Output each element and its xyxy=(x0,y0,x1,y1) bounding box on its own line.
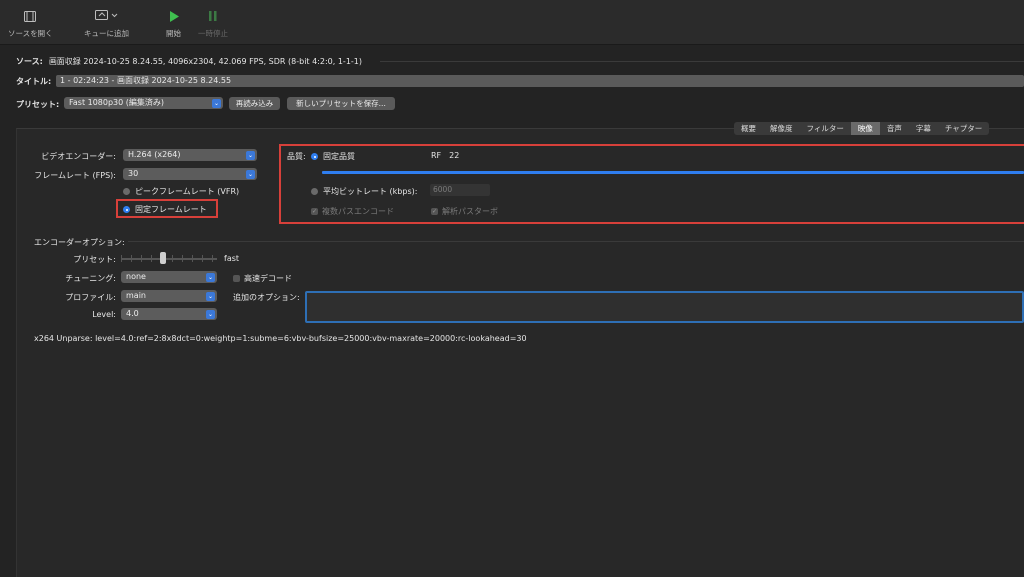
checkbox-icon xyxy=(233,275,240,282)
pause-button[interactable]: 一時停止 xyxy=(198,8,228,39)
open-source-label: ソースを開く xyxy=(8,29,53,38)
slider-tick xyxy=(151,255,152,262)
constant-quality-label: 固定品質 xyxy=(323,152,355,161)
fast-decode-label: 高速デコード xyxy=(244,274,292,283)
bitrate-input[interactable]: 6000 xyxy=(430,184,490,196)
multipass-checkbox[interactable]: ✓ 複数パスエンコード xyxy=(311,206,394,217)
slider-tick xyxy=(202,255,203,262)
tab-dimensions[interactable]: 解像度 xyxy=(763,122,800,135)
slider-tick xyxy=(121,255,122,262)
film-icon xyxy=(24,8,37,24)
start-label: 開始 xyxy=(166,29,181,38)
extra-options-textarea[interactable] xyxy=(305,291,1024,323)
preset-slider-knob[interactable] xyxy=(160,252,166,264)
slider-tick xyxy=(182,255,183,262)
level-label: Level: xyxy=(92,310,116,319)
encoder-label: ビデオエンコーダー: xyxy=(41,152,116,161)
source-label: ソース: xyxy=(16,57,43,66)
chevron-down-icon: ⌄ xyxy=(246,150,255,160)
encoder-options-header: エンコーダーオプション: xyxy=(34,238,125,247)
radio-on-icon xyxy=(311,153,318,160)
extra-options-label: 追加のオプション: xyxy=(233,293,300,302)
constant-framerate-radio[interactable]: 固定フレームレート xyxy=(123,204,207,215)
tune-select[interactable]: none ⌄ xyxy=(121,271,217,283)
slider-tick xyxy=(212,255,213,262)
title-select[interactable]: 1 - 02:24:23 - 画面収録 2024-10-25 8.24.55 xyxy=(56,75,1024,87)
fast-decode-checkbox[interactable]: 高速デコード xyxy=(233,273,292,284)
level-select[interactable]: 4.0 ⌄ xyxy=(121,308,217,320)
x264-unparse-text: x264 Unparse: level=4.0:ref=2:8x8dct=0:w… xyxy=(34,334,527,343)
chevron-down-icon: ⌄ xyxy=(206,309,215,319)
tab-filters[interactable]: フィルター xyxy=(800,122,851,135)
save-preset-button[interactable]: 新しいプリセットを保存... xyxy=(287,97,395,110)
start-button[interactable]: 開始 xyxy=(166,8,181,39)
multipass-label: 複数パスエンコード xyxy=(322,207,394,216)
radio-on-icon xyxy=(123,206,130,213)
toolbar: ソースを開く キューに追加 開始 一時停止 xyxy=(0,0,1024,45)
encoder-value: H.264 (x264) xyxy=(128,150,181,159)
profile-select[interactable]: main ⌄ xyxy=(121,290,217,302)
quality-label: 品質: xyxy=(287,152,306,161)
tab-audio[interactable]: 音声 xyxy=(880,122,909,135)
rf-slider[interactable] xyxy=(322,171,1024,174)
play-icon xyxy=(169,8,179,24)
slider-tick xyxy=(172,255,173,262)
pause-label: 一時停止 xyxy=(198,29,228,38)
divider xyxy=(128,241,1024,242)
constant-quality-radio[interactable]: 固定品質 xyxy=(311,151,355,162)
avg-bitrate-radio[interactable]: 平均ビットレート (kbps): xyxy=(311,186,417,197)
chevron-down-icon: ⌄ xyxy=(212,98,221,108)
turbo-label: 解析パスターボ xyxy=(442,207,498,216)
rf-value: 22 xyxy=(449,151,460,160)
enc-preset-value: fast xyxy=(224,254,240,263)
divider xyxy=(380,61,1024,62)
check-icon: ✓ xyxy=(311,208,318,215)
add-queue-button[interactable]: キューに追加 xyxy=(84,8,129,39)
framerate-select[interactable]: 30 ⌄ xyxy=(123,168,257,180)
chevron-down-icon: ⌄ xyxy=(206,291,215,301)
open-source-button[interactable]: ソースを開く xyxy=(8,8,53,39)
avg-bitrate-label: 平均ビットレート (kbps): xyxy=(323,187,418,196)
title-label: タイトル: xyxy=(16,77,52,86)
constant-framerate-label: 固定フレームレート xyxy=(135,205,207,214)
tab-video[interactable]: 映像 xyxy=(850,122,880,135)
tab-subtitles[interactable]: 字幕 xyxy=(909,122,938,135)
chevron-down-icon: ⌄ xyxy=(206,272,215,282)
profile-value: main xyxy=(126,291,146,300)
slider-tick xyxy=(192,255,193,262)
level-value: 4.0 xyxy=(126,309,139,318)
check-icon: ✓ xyxy=(431,208,438,215)
peak-vfr-radio[interactable]: ピークフレームレート (VFR) xyxy=(123,186,239,197)
source-value: 画面収録 2024-10-25 8.24.55, 4096x2304, 42.0… xyxy=(48,57,363,66)
enc-preset-label: プリセット: xyxy=(73,255,116,264)
framerate-value: 30 xyxy=(128,169,139,178)
radio-off-icon xyxy=(123,188,130,195)
framerate-label: フレームレート (FPS): xyxy=(34,171,116,180)
radio-off-icon xyxy=(311,188,318,195)
rf-label: RF xyxy=(431,151,442,160)
tab-chapters[interactable]: チャプター xyxy=(938,122,989,135)
tab-bar: 概要 解像度 フィルター 映像 音声 字幕 チャプター xyxy=(734,122,990,135)
preset-value: Fast 1080p30 (編集済み) xyxy=(69,98,165,107)
pause-icon xyxy=(209,8,217,24)
peak-vfr-label: ピークフレームレート (VFR) xyxy=(135,187,240,196)
turbo-checkbox[interactable]: ✓ 解析パスターボ xyxy=(431,206,498,217)
tune-label: チューニング: xyxy=(65,274,116,283)
queue-add-icon xyxy=(94,8,119,24)
profile-label: プロファイル: xyxy=(65,293,116,302)
add-queue-label: キューに追加 xyxy=(84,29,129,38)
encoder-select[interactable]: H.264 (x264) ⌄ xyxy=(123,149,257,161)
tune-value: none xyxy=(126,272,146,281)
slider-tick xyxy=(131,255,132,262)
preset-select[interactable]: Fast 1080p30 (編集済み) ⌄ xyxy=(64,97,223,109)
reload-button[interactable]: 再読み込み xyxy=(229,97,280,110)
preset-label: プリセット: xyxy=(16,100,60,109)
slider-tick xyxy=(141,255,142,262)
chevron-down-icon: ⌄ xyxy=(246,169,255,179)
tab-summary[interactable]: 概要 xyxy=(734,122,763,135)
